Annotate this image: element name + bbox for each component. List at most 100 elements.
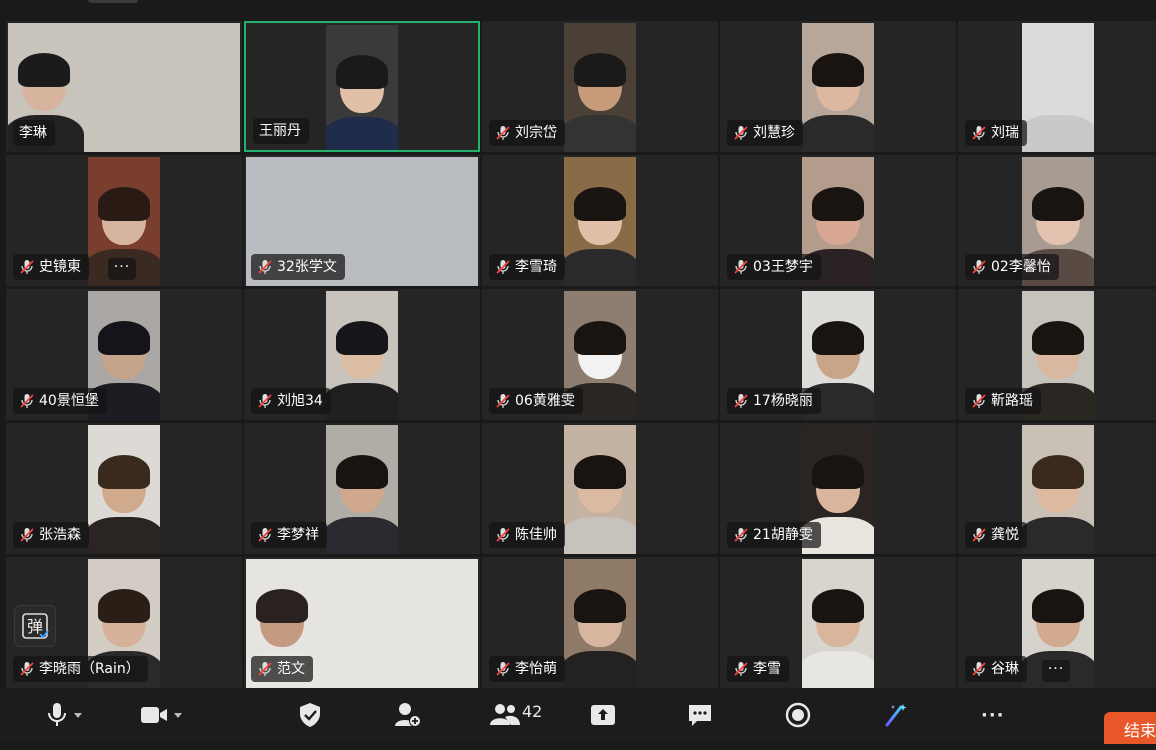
- muted-mic-icon: [495, 661, 511, 677]
- muted-mic-icon: [495, 393, 511, 409]
- chat-button[interactable]: [687, 700, 713, 730]
- participant-video: [564, 23, 636, 152]
- participant-video: [564, 425, 636, 554]
- danmu-button[interactable]: 弹: [14, 605, 56, 647]
- muted-mic-icon: [495, 259, 511, 275]
- muted-mic-icon: [733, 661, 749, 677]
- video-hair: [98, 321, 150, 355]
- participant-video: [802, 23, 874, 152]
- top-bar: [0, 0, 1156, 20]
- participant-tile[interactable]: 17杨晓丽: [720, 289, 956, 420]
- participant-video: [326, 291, 398, 420]
- participant-name: 40景恒堡: [39, 393, 99, 409]
- participant-tile[interactable]: 刘慧珍: [720, 21, 956, 152]
- participant-tile[interactable]: 张浩森: [6, 423, 242, 554]
- participant-name: 刘瑞: [991, 125, 1019, 141]
- end-meeting-button[interactable]: 结束: [1104, 712, 1156, 744]
- participant-name: 李怡萌: [515, 661, 557, 677]
- participant-name: 李梦祥: [277, 527, 319, 543]
- participant-video: [802, 559, 874, 688]
- participant-tile[interactable]: 陈佳帅: [482, 423, 718, 554]
- participant-tile[interactable]: 刘瑞: [958, 21, 1156, 152]
- record-button[interactable]: [785, 700, 811, 730]
- participant-name-tag: 张浩森: [13, 522, 89, 548]
- participant-tile[interactable]: 02李馨怡: [958, 155, 1156, 286]
- video-button[interactable]: [140, 700, 182, 730]
- participant-tile[interactable]: 王丽丹: [244, 21, 480, 152]
- more-button[interactable]: ···: [981, 700, 1005, 730]
- participant-tile[interactable]: 李雪: [720, 557, 956, 688]
- participant-tile[interactable]: 李梦祥: [244, 423, 480, 554]
- participant-name: 02李馨怡: [991, 259, 1051, 275]
- participant-tile[interactable]: 李雪琦: [482, 155, 718, 286]
- danmu-icon: 弹: [22, 613, 49, 639]
- chat-icon: [689, 705, 711, 726]
- video-body: [326, 117, 398, 150]
- participant-name-tag: 刘瑞: [965, 120, 1027, 146]
- share-screen-button[interactable]: [590, 700, 616, 730]
- video-body: [802, 651, 874, 688]
- participant-name-tag: 刘旭34: [251, 388, 331, 414]
- participant-name: 刘旭34: [277, 393, 323, 409]
- camera-icon: [141, 707, 167, 723]
- participant-name: 03王梦宇: [753, 259, 813, 275]
- video-hair: [1032, 589, 1084, 623]
- participant-name: 靳路瑶: [991, 393, 1033, 409]
- video-hair: [812, 321, 864, 355]
- audio-button[interactable]: [46, 700, 82, 730]
- audio-options-caret[interactable]: [74, 712, 82, 718]
- ai-assistant-button[interactable]: [883, 700, 909, 730]
- participant-tile[interactable]: 范文: [244, 557, 480, 688]
- muted-mic-icon: [257, 661, 273, 677]
- participant-name-tag: 靳路瑶: [965, 388, 1041, 414]
- participant-tile[interactable]: 40景恒堡: [6, 289, 242, 420]
- participant-tile[interactable]: 32张学文: [244, 155, 480, 286]
- more-icon: ···: [981, 704, 1005, 726]
- participants-button[interactable]: 42: [490, 700, 542, 730]
- participant-tile[interactable]: 03王梦宇: [720, 155, 956, 286]
- participant-more-button[interactable]: ···: [108, 258, 136, 280]
- top-tab-stub[interactable]: [88, 0, 138, 3]
- muted-mic-icon: [19, 393, 35, 409]
- microphone-icon: [48, 703, 66, 726]
- muted-mic-icon: [733, 259, 749, 275]
- participant-name: 李琳: [19, 125, 47, 141]
- participant-tile[interactable]: 谷琳 ···: [958, 557, 1156, 688]
- participant-name-tag: 史镜東: [13, 254, 89, 280]
- participant-tile[interactable]: 21胡静雯: [720, 423, 956, 554]
- video-hair: [812, 187, 864, 221]
- video-hair: [98, 589, 150, 623]
- participant-name-tag: 陈佳帅: [489, 522, 565, 548]
- participant-video: [564, 157, 636, 286]
- security-button[interactable]: [298, 700, 322, 730]
- participant-tile[interactable]: 06黄雅雯: [482, 289, 718, 420]
- participant-name-tag: 40景恒堡: [13, 388, 107, 414]
- invite-button[interactable]: [394, 700, 422, 730]
- share-screen-icon: [591, 705, 615, 725]
- participant-video: [1022, 425, 1094, 554]
- participant-tile[interactable]: 李怡萌: [482, 557, 718, 688]
- participant-tile[interactable]: 靳路瑶: [958, 289, 1156, 420]
- video-grid: 李琳 王丽丹 刘宗岱 刘慧珍 刘瑞史镜東 ··· 32张学文 李雪琦 03王梦宇 02李馨怡 40景…: [6, 21, 1156, 688]
- video-hair: [812, 53, 864, 87]
- participant-name-tag: 王丽丹: [253, 118, 309, 144]
- video-hair: [1032, 53, 1084, 87]
- video-hair: [1032, 321, 1084, 355]
- muted-mic-icon: [971, 125, 987, 141]
- participant-name: 谷琳: [991, 661, 1019, 677]
- muted-mic-icon: [19, 661, 35, 677]
- participant-name: 06黄雅雯: [515, 393, 575, 409]
- participant-tile[interactable]: 刘宗岱: [482, 21, 718, 152]
- participant-tile[interactable]: 史镜東 ···: [6, 155, 242, 286]
- participant-tile[interactable]: 刘旭34: [244, 289, 480, 420]
- participant-tile[interactable]: 龚悦: [958, 423, 1156, 554]
- muted-mic-icon: [19, 527, 35, 543]
- record-icon: [785, 702, 811, 728]
- participant-name-tag: 李雪琦: [489, 254, 565, 280]
- participant-video: [1022, 23, 1094, 152]
- participant-more-button[interactable]: ···: [1042, 660, 1070, 682]
- participant-tile[interactable]: 李琳: [6, 21, 242, 152]
- participant-name-tag: 刘宗岱: [489, 120, 565, 146]
- video-hair: [336, 321, 388, 355]
- video-options-caret[interactable]: [174, 712, 182, 718]
